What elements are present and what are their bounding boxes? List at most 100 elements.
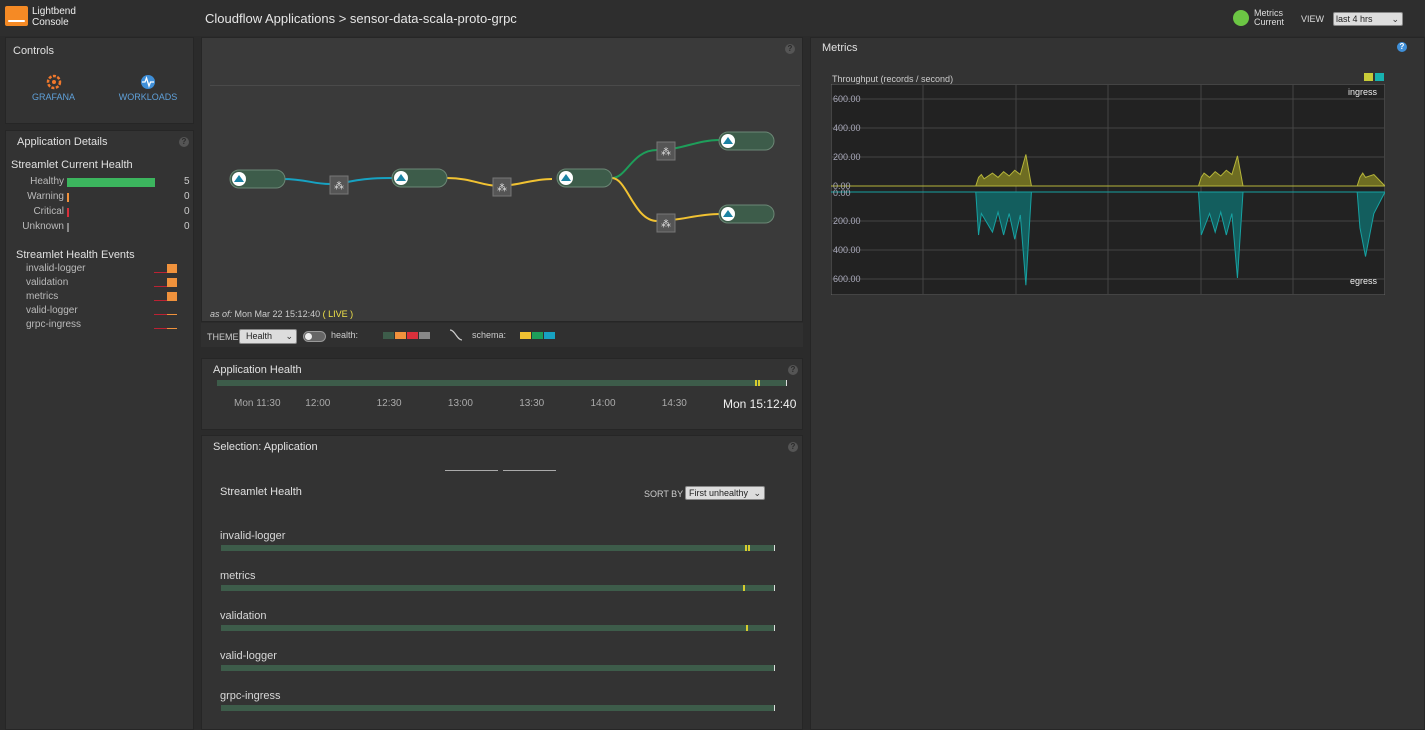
as-of-time: Mon Mar 22 15:12:40 <box>234 309 321 319</box>
health-event-item[interactable]: valid-logger <box>26 305 78 316</box>
view-range-value: last 4 hrs <box>1336 14 1373 24</box>
sort-select[interactable]: First unhealthy ⌄ <box>685 486 765 500</box>
topic-node[interactable]: ⁂ <box>492 177 512 197</box>
health-event-marker <box>167 278 177 287</box>
grafana-label: GRAFANA <box>31 92 75 102</box>
theme-value: Health <box>246 331 273 341</box>
y-tick-label: 0.00 <box>833 188 851 198</box>
streamlet-health-timeline[interactable] <box>221 705 775 711</box>
health-swatch <box>395 332 406 339</box>
pipeline-graph-panel[interactable]: ? ⁂ ⁂ ⁂ ⁂ as of: Mon Mar 22 15:12:40 ( L… <box>201 37 803 322</box>
streamlet-node[interactable] <box>718 131 775 151</box>
health-change-marker <box>742 585 745 591</box>
svg-text:⁂: ⁂ <box>334 181 344 192</box>
health-swatch <box>407 332 418 339</box>
health-row-count: 0 <box>184 206 190 217</box>
legend-swatch <box>1375 73 1384 81</box>
tab-underline[interactable] <box>445 470 498 471</box>
y-tick-label: 600.00 <box>833 94 861 104</box>
series-label-egress: egress <box>1350 276 1378 286</box>
streamlet-node[interactable] <box>229 169 286 189</box>
timeline-current-time: Mon 15:12:40 <box>723 397 797 411</box>
grafana-button[interactable]: GRAFANA <box>26 74 81 102</box>
streamlet-name[interactable]: validation <box>220 610 266 622</box>
svg-text:⁂: ⁂ <box>661 219 671 230</box>
legend-swatch <box>1364 73 1373 81</box>
streamlet-health-timeline[interactable] <box>221 545 775 551</box>
live-indicator: ( LIVE ) <box>322 309 354 319</box>
tab-underline[interactable] <box>503 470 556 471</box>
streamlet-node[interactable] <box>718 204 775 224</box>
health-event-item[interactable]: metrics <box>26 291 58 302</box>
health-row-bar <box>67 208 69 217</box>
health-event-marker <box>167 292 177 301</box>
topic-node[interactable]: ⁂ <box>656 213 676 233</box>
health-row-label: Healthy <box>30 176 64 187</box>
health-row-count: 5 <box>184 176 190 187</box>
streamlet-health-timeline[interactable] <box>221 665 775 671</box>
timeline-tick-label: 14:00 <box>590 398 616 409</box>
series-label-ingress: ingress <box>1348 87 1378 97</box>
timeline-tick-label: Mon 11:30 <box>234 398 281 409</box>
streamlet-name[interactable]: metrics <box>220 570 255 582</box>
health-event-item[interactable]: validation <box>26 277 68 288</box>
sort-value: First unhealthy <box>689 488 749 498</box>
streamlet-node[interactable] <box>556 168 613 188</box>
pipeline-graph[interactable]: ⁂ ⁂ ⁂ ⁂ <box>202 38 804 323</box>
health-row-label: Critical <box>33 206 64 217</box>
theme-select[interactable]: Health ⌄ <box>239 329 297 344</box>
metrics-title: Metrics <box>822 42 858 54</box>
grafana-icon <box>46 74 61 90</box>
current-health-title: Streamlet Current Health <box>11 159 133 171</box>
help-icon[interactable]: ? <box>788 442 798 452</box>
health-events-title: Streamlet Health Events <box>16 249 135 261</box>
view-range-select[interactable]: last 4 hrs ⌄ <box>1333 12 1403 26</box>
y-tick-label: 200.00 <box>833 216 861 226</box>
health-row-bar <box>67 193 69 202</box>
streamlet-node[interactable] <box>391 168 448 188</box>
lightbend-logo-icon[interactable] <box>5 6 28 26</box>
y-tick-label: 200.00 <box>833 152 861 162</box>
y-tick-label: 600.00 <box>833 274 861 284</box>
topic-node[interactable]: ⁂ <box>656 141 676 161</box>
streamlet-name[interactable]: invalid-logger <box>220 530 285 542</box>
schema-label: schema: <box>472 330 507 340</box>
health-row-bar <box>67 178 155 187</box>
application-health-timeline[interactable] <box>217 380 787 386</box>
streamlet-health-timeline[interactable] <box>221 585 775 591</box>
streamlet-health-timeline[interactable] <box>221 625 775 631</box>
health-event-item[interactable]: grpc-ingress <box>26 319 81 330</box>
metrics-status-icon <box>1233 10 1249 26</box>
health-toggle[interactable] <box>303 331 326 342</box>
graph-theme-bar: THEME Health ⌄ health: schema: <box>201 323 803 347</box>
streamlet-health-label: Streamlet Health <box>220 486 302 498</box>
metrics-status-value: Current <box>1254 17 1285 27</box>
timeline-tick-label: 13:30 <box>519 398 545 409</box>
as-of-label: as of: <box>210 309 233 319</box>
topic-node[interactable]: ⁂ <box>329 175 349 195</box>
brand-product: Console <box>32 17 69 28</box>
workloads-button[interactable]: WORKLOADS <box>118 74 178 102</box>
help-icon[interactable]: ? <box>788 365 798 375</box>
help-icon[interactable]: ? <box>179 137 189 147</box>
view-label: VIEW <box>1301 14 1325 24</box>
breadcrumb[interactable]: Cloudflow Applications > sensor-data-sca… <box>205 11 517 26</box>
application-details-title: Application Details <box>17 136 108 148</box>
streamlet-name[interactable]: grpc-ingress <box>220 690 281 702</box>
streamlet-name[interactable]: valid-logger <box>220 650 277 662</box>
help-icon[interactable]: ? <box>1397 42 1407 52</box>
health-swatch <box>383 332 394 339</box>
graph-timestamp: as of: Mon Mar 22 15:12:40 ( LIVE ) <box>210 309 353 319</box>
workloads-label: WORKLOADS <box>118 92 178 102</box>
health-row-bar <box>67 223 69 232</box>
health-change-marker <box>748 545 751 551</box>
throughput-chart[interactable]: 600.00400.00200.000.000.00200.00400.0060… <box>831 84 1385 295</box>
health-event-marker <box>167 328 177 329</box>
health-event-item[interactable]: invalid-logger <box>26 263 85 274</box>
health-row-label: Warning <box>27 191 64 202</box>
y-tick-label: 400.00 <box>833 245 861 255</box>
sort-label: SORT BY <box>644 489 684 499</box>
health-row-label: Unknown <box>22 221 64 232</box>
selection-panel: Selection: Application ? Streamlet Healt… <box>201 435 803 730</box>
app-header: Lightbend Console Cloudflow Applications… <box>0 0 1425 36</box>
